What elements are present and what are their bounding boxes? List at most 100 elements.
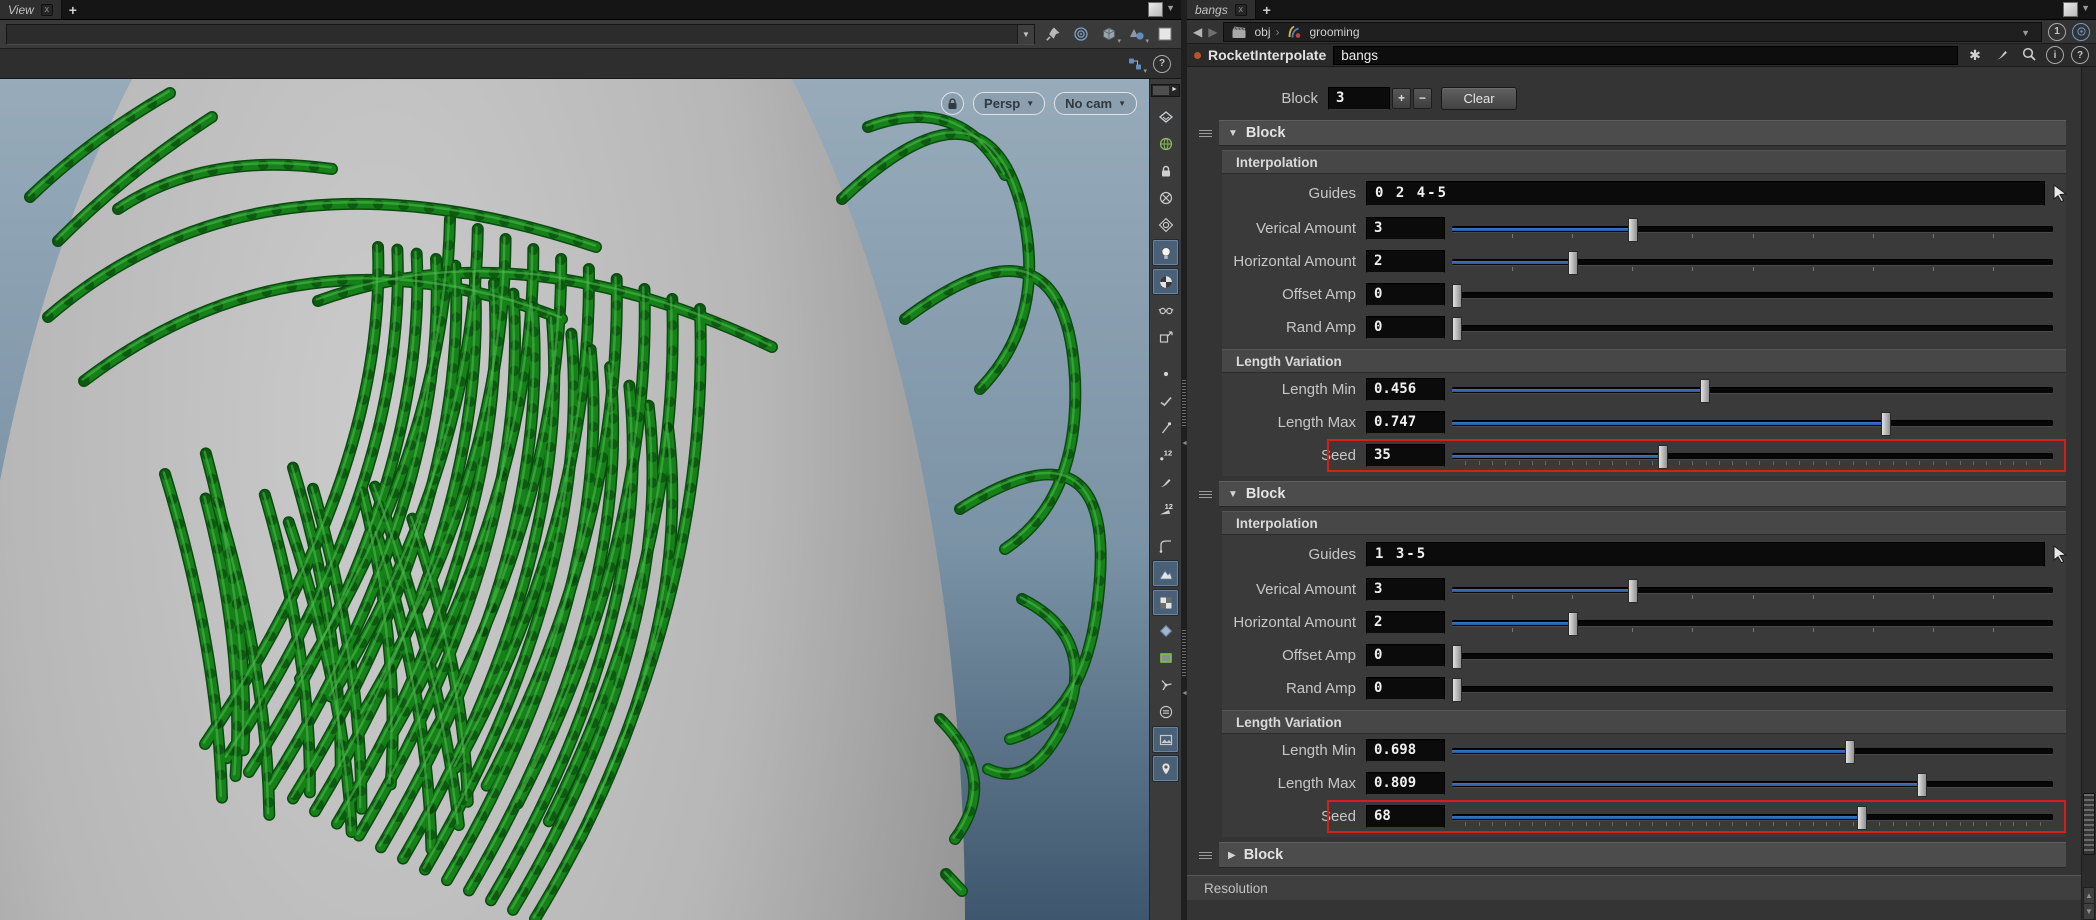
param-value-field[interactable]: 0.698	[1366, 739, 1445, 762]
expanded-triangle-icon[interactable]: ▼	[1228, 489, 1238, 500]
no-lighting-icon[interactable]	[1153, 185, 1178, 210]
slider-handle[interactable]	[1628, 217, 1639, 242]
breadcrumb-obj[interactable]: obj	[1254, 25, 1270, 39]
block-drag-grip-icon[interactable]	[1199, 129, 1212, 137]
pane-layout-menu-icon[interactable]: ▼	[1166, 3, 1175, 19]
camera-select-button[interactable]: No cam ▼	[1054, 92, 1137, 115]
param-slider[interactable]	[1452, 316, 2053, 341]
slider-handle[interactable]	[1568, 250, 1579, 275]
white-square-icon[interactable]	[1155, 24, 1175, 44]
fan-icon[interactable]	[1153, 672, 1178, 697]
tab-close-icon[interactable]: x	[40, 3, 53, 16]
scrollbar-thumb[interactable]	[2083, 793, 2095, 855]
viewport-3d[interactable]: Persp ▼ No cam ▼ ► 12 12	[0, 79, 1181, 920]
network-nodes-icon[interactable]: ▾	[1125, 54, 1147, 75]
param-value-field[interactable]: 0	[1366, 644, 1445, 667]
param-value-field[interactable]: 0	[1366, 316, 1445, 339]
gear-icon[interactable]: ✱	[1965, 47, 1985, 64]
check-display-icon[interactable]	[1153, 388, 1178, 413]
splitter-grip[interactable]	[1182, 380, 1186, 426]
slider-track[interactable]	[1452, 386, 2053, 394]
wedge-count-icon[interactable]: 12	[1153, 496, 1178, 521]
slider-track[interactable]	[1452, 225, 2053, 233]
headlight-icon[interactable]	[1153, 212, 1178, 237]
param-slider[interactable]	[1452, 378, 2053, 403]
slider-handle[interactable]	[1452, 283, 1462, 308]
param-value-field[interactable]: 0.809	[1366, 772, 1445, 795]
export-box-icon[interactable]	[1153, 324, 1178, 349]
block-header-band[interactable]: ▶ Block	[1219, 842, 2066, 868]
block-header[interactable]: ▼ Block	[1199, 481, 2082, 507]
param-slider[interactable]	[1452, 444, 2053, 469]
mini-scroll-arrow-icon[interactable]: ►	[1170, 85, 1179, 96]
param-slider[interactable]	[1452, 411, 2053, 436]
add-block-button[interactable]: +	[1392, 87, 1411, 109]
parameter-scrollbar[interactable]: ▲ ▼	[2081, 67, 2096, 920]
pane-layout-icon[interactable]	[1148, 2, 1164, 17]
tab-add-button[interactable]: +	[1256, 0, 1278, 19]
follow-badge[interactable]: 1	[2048, 22, 2066, 41]
toolbar-mini-scrollbar[interactable]: ►	[1151, 84, 1180, 97]
param-value-field[interactable]: 0.456	[1366, 378, 1445, 401]
param-slider[interactable]	[1452, 739, 2053, 764]
slider-track[interactable]	[1452, 685, 2053, 693]
slider-handle[interactable]	[1628, 578, 1639, 603]
operation-combo[interactable]: ▼	[6, 23, 1035, 45]
slider-handle[interactable]	[1916, 772, 1927, 797]
multiparm-count-field[interactable]: 3	[1328, 86, 1390, 110]
point-display-icon[interactable]	[1153, 361, 1178, 386]
slider-track[interactable]	[1452, 813, 2053, 821]
magnifier-icon[interactable]	[2019, 46, 2039, 65]
param-slider[interactable]	[1452, 250, 2053, 275]
slider-handle[interactable]	[1452, 677, 1462, 702]
help-circle-icon[interactable]: ?	[1153, 54, 1171, 73]
param-slider[interactable]	[1452, 578, 2053, 603]
param-slider[interactable]	[1452, 217, 2053, 242]
scroll-up-icon[interactable]: ▲	[2083, 887, 2095, 904]
checkerboard-icon[interactable]	[1152, 589, 1179, 616]
forward-arrow-icon[interactable]: ▶	[1208, 25, 1217, 39]
breadcrumb-grooming[interactable]: grooming	[1309, 25, 1359, 39]
image-icon[interactable]	[1152, 726, 1179, 753]
slider-track[interactable]	[1452, 586, 2053, 594]
guides-pattern-field[interactable]: 0 2 4-5	[1366, 180, 2045, 206]
slider-track[interactable]	[1452, 291, 2053, 299]
block-header-band[interactable]: ▼ Block	[1219, 120, 2066, 146]
slider-handle[interactable]	[1844, 739, 1855, 764]
location-pin-icon[interactable]	[1152, 755, 1179, 782]
param-value-field[interactable]: 3	[1366, 217, 1445, 240]
pane-layout-icon[interactable]	[2063, 2, 2079, 17]
view-lock-icon[interactable]	[1153, 158, 1178, 183]
clear-blocks-button[interactable]: Clear	[1441, 86, 1517, 110]
node-name-input[interactable]: bangs	[1333, 45, 1958, 65]
block-drag-grip-icon[interactable]	[1199, 851, 1212, 859]
tab-close-icon[interactable]: x	[1234, 3, 1247, 16]
reselect-arrow-icon[interactable]	[2050, 183, 2070, 203]
brush-icon[interactable]	[1992, 46, 2012, 65]
slider-handle[interactable]	[1452, 644, 1462, 669]
tab-view[interactable]: View x	[0, 0, 62, 19]
block-header[interactable]: ▼ Block	[1199, 120, 2082, 146]
param-slider[interactable]	[1452, 772, 2053, 797]
slider-track[interactable]	[1452, 619, 2053, 627]
block-header-band[interactable]: ▼ Block	[1219, 481, 2066, 507]
pane-layout-menu-icon[interactable]: ▼	[2081, 3, 2090, 19]
path-dropdown-icon[interactable]: ▼	[2021, 28, 2030, 38]
slider-handle[interactable]	[1658, 444, 1669, 469]
param-value-field[interactable]: 2	[1366, 250, 1445, 273]
help-icon[interactable]: ?	[2071, 46, 2089, 64]
param-value-field[interactable]: 0	[1366, 677, 1445, 700]
param-slider[interactable]	[1452, 677, 2053, 702]
path-breadcrumb[interactable]: obj › grooming ▼	[1223, 21, 2042, 42]
point-count-icon[interactable]: 12	[1153, 442, 1178, 467]
param-value-field[interactable]: 0.747	[1366, 411, 1445, 434]
mountain-icon[interactable]	[1152, 560, 1179, 587]
jump-target-icon[interactable]	[1071, 24, 1091, 44]
tab-bangs[interactable]: bangs x	[1187, 0, 1256, 19]
slider-handle[interactable]	[1700, 378, 1711, 403]
blue-diamond-icon[interactable]	[1153, 618, 1178, 643]
param-slider[interactable]	[1452, 611, 2053, 636]
display-globe-icon[interactable]	[1153, 131, 1178, 156]
info-icon[interactable]: i	[2046, 46, 2064, 64]
param-slider[interactable]	[1452, 644, 2053, 669]
